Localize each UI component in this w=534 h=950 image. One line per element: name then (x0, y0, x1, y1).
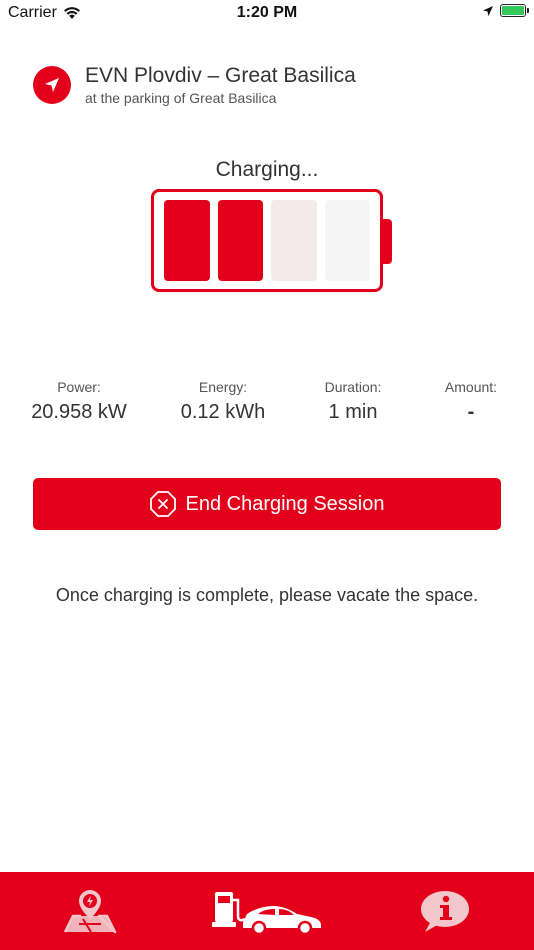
tab-bar (0, 872, 534, 950)
stat-label: Energy: (198, 379, 248, 395)
battery-cell (324, 200, 370, 281)
stat-value: 20.958 kW (31, 401, 127, 423)
stat-label: Amount: (444, 379, 498, 395)
navigation-arrow-icon (45, 78, 59, 92)
charger-car-icon (212, 892, 321, 934)
stat-value: 0.12 kWh (180, 401, 266, 423)
map-charging-icon (63, 890, 117, 934)
end-charging-session-button[interactable]: End Charging Session (33, 478, 501, 530)
stat-label: Duration: (324, 379, 382, 395)
info-bubble-icon (421, 891, 469, 932)
stat-duration: Duration: 1 min (288, 378, 418, 426)
battery-cell (217, 200, 263, 281)
stat-energy: Energy: 0.12 kWh (158, 378, 288, 426)
info-tab[interactable] (400, 872, 490, 950)
charging-tab[interactable] (200, 872, 334, 950)
station-name: EVN Plovdiv – Great Basilica (85, 64, 356, 87)
status-time: 1:20 PM (236, 4, 298, 21)
stat-label: Power: (57, 379, 101, 395)
battery-cell (164, 200, 210, 281)
session-stats: Power: 20.958 kW Energy: 0.12 kWh Durati… (0, 378, 534, 426)
status-bar: Carrier 1:20 PM (0, 0, 534, 28)
battery-cell (271, 200, 317, 281)
stat-amount: Amount: - (418, 378, 524, 426)
close-octagon-icon (149, 490, 177, 518)
status-right (482, 4, 529, 17)
charging-status-label: Charging... (215, 158, 319, 181)
navigate-button[interactable] (33, 66, 71, 104)
station-header: EVN Plovdiv – Great Basilica at the park… (33, 63, 356, 107)
location-arrow-icon (483, 5, 493, 16)
battery-terminal (381, 219, 392, 264)
end-charging-label: End Charging Session (185, 492, 385, 515)
map-tab[interactable] (40, 872, 140, 950)
vacate-notice: Once charging is complete, please vacate… (55, 585, 479, 605)
stat-power: Power: 20.958 kW (0, 378, 158, 426)
station-text: EVN Plovdiv – Great Basilica at the park… (85, 63, 356, 107)
battery-level-indicator (151, 189, 383, 292)
battery-icon (500, 4, 529, 17)
stat-value: 1 min (328, 401, 378, 423)
station-subtitle: at the parking of Great Basilica (85, 90, 277, 106)
stat-value: - (467, 401, 475, 423)
